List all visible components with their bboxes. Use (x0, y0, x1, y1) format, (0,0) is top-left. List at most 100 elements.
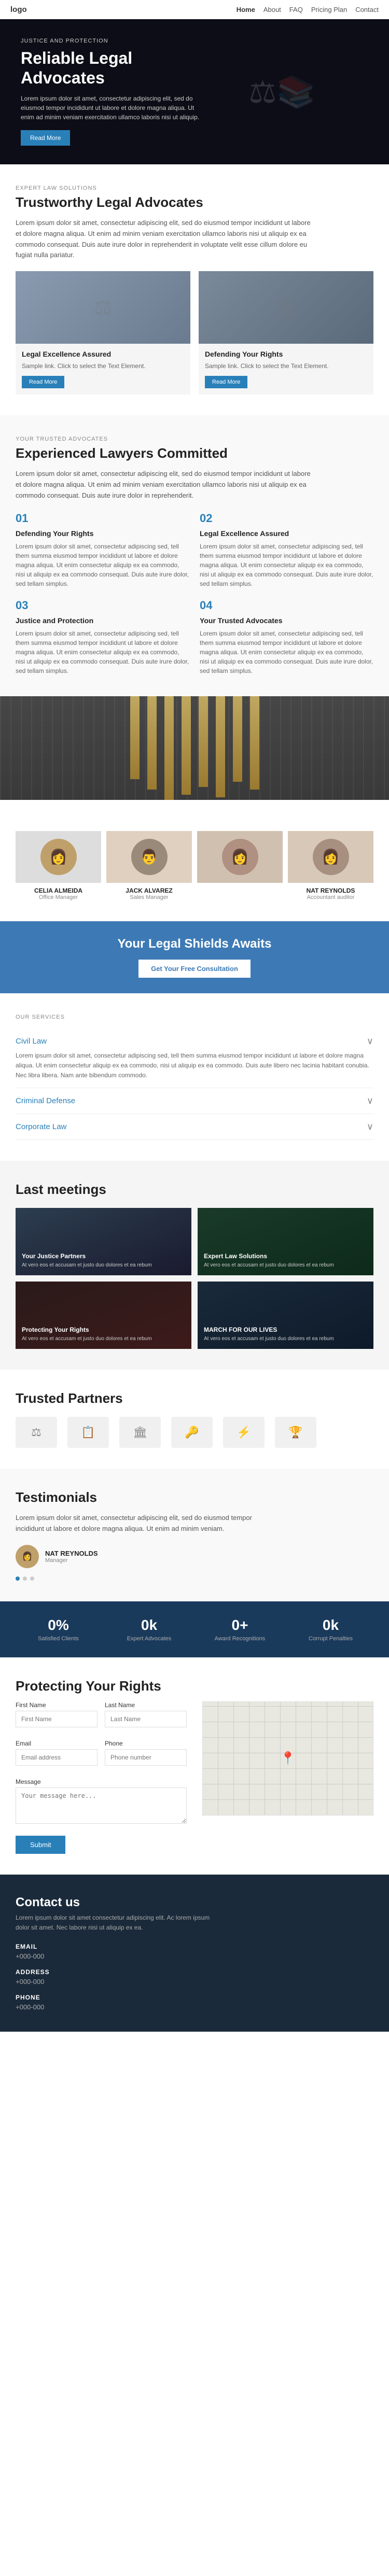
email-input[interactable] (16, 1749, 98, 1766)
card-defending-btn[interactable]: Read More (205, 376, 247, 388)
message-textarea[interactable] (16, 1787, 187, 1824)
partner-logo-4: ⚡ (223, 1417, 265, 1448)
partners-section: Trusted Partners ⚖ 📋 🏛 🔑 ⚡ 🏆 (0, 1370, 389, 1469)
member-name-1: JACK ALVAREZ (106, 887, 192, 894)
phone-value: +000-000 (16, 2003, 373, 2011)
meeting-title-3: MARCH FOR OUR LIVES (204, 1326, 334, 1333)
stat-3: 0k Corrupt Penalties (288, 1617, 373, 1642)
meeting-card-3[interactable]: MARCH FOR OUR LIVES At vero eos et accus… (198, 1282, 373, 1349)
team-member-0: 👩 CELIA ALMEIDA Office Manager (16, 831, 101, 900)
nav-faq[interactable]: FAQ (289, 6, 303, 13)
phone-input[interactable] (105, 1749, 187, 1766)
meeting-card-0[interactable]: Your Justice Partners At vero eos et acc… (16, 1208, 191, 1275)
meeting-desc-0: At vero eos et accusam et justo duo dolo… (22, 1262, 152, 1269)
team-member-2: 👩 (197, 831, 283, 900)
lawyer-item-2: 03 Justice and Protection Lorem ipsum do… (16, 599, 189, 675)
card-legal-excellence: ⚖ Legal Excellence Assured Sample link. … (16, 271, 190, 395)
chevron-icon-1: ∨ (367, 1095, 373, 1106)
stat-1: 0k Expert Advocates (106, 1617, 192, 1642)
dot-0[interactable] (16, 1576, 20, 1581)
service-item-2[interactable]: Corporate Law ∨ (16, 1114, 373, 1140)
last-name-input[interactable] (105, 1711, 187, 1727)
logo[interactable]: logo (10, 5, 27, 14)
member-role-1: Sales Manager (106, 894, 192, 900)
testimonials-title: Testimonials (16, 1489, 373, 1505)
team-section: 👩 CELIA ALMEIDA Office Manager 👨 JACK AL… (0, 800, 389, 921)
hero-cta-button[interactable]: Read More (21, 130, 70, 146)
partner-logo-2: 🏛 (119, 1417, 161, 1448)
testimonials-section: Testimonials Lorem ipsum dolor sit amet,… (0, 1469, 389, 1601)
dot-1[interactable] (23, 1576, 27, 1581)
chevron-icon-0: ∨ (367, 1036, 373, 1047)
partners-title: Trusted Partners (16, 1390, 373, 1406)
member-name-3: NAT REYNOLDS (288, 887, 373, 894)
lawyer-desc-1: Lorem ipsum dolor sit amet, consectetur … (200, 542, 373, 588)
nav-home[interactable]: Home (237, 6, 255, 13)
trustworthy-section: EXPERT LAW SOLUTIONS Trustworthy Legal A… (0, 164, 389, 415)
protect-map: 📍 (202, 1701, 373, 1854)
nav-about[interactable]: About (263, 6, 281, 13)
nav-pricing[interactable]: Pricing Plan (311, 6, 347, 13)
lawyer-item-1: 02 Legal Excellence Assured Lorem ipsum … (200, 512, 373, 588)
dot-2[interactable] (30, 1576, 34, 1581)
lawyer-item-0: 01 Defending Your Rights Lorem ipsum dol… (16, 512, 189, 588)
hero-tag: JUSTICE AND PROTECTION (21, 38, 202, 44)
card-legal-image: ⚖ (16, 271, 190, 344)
service-name-1: Criminal Defense (16, 1096, 75, 1105)
email-label: Email (16, 1943, 373, 1950)
card-legal-title: Legal Excellence Assured (22, 350, 184, 358)
contact-title: Contact us (16, 1895, 373, 1910)
protect-form: First Name Last Name Email Phone (16, 1701, 187, 1854)
stat-label-2: Award Recognitions (197, 1636, 283, 1642)
stat-0: 0% Satisfied Clients (16, 1617, 101, 1642)
phone-label: Phone (105, 1740, 187, 1747)
meeting-card-2[interactable]: Protecting Your Rights At vero eos et ac… (16, 1282, 191, 1349)
lawyer-title-1: Legal Excellence Assured (200, 529, 373, 538)
team-member-3: 👩 NAT REYNOLDS Accountant auditor (288, 831, 373, 900)
stat-label-0: Satisfied Clients (16, 1636, 101, 1642)
service-item-1[interactable]: Criminal Defense ∨ (16, 1088, 373, 1114)
member-name-0: CELIA ALMEIDA (16, 887, 101, 894)
lawyer-num-2: 03 (16, 599, 189, 612)
meeting-desc-2: At vero eos et accusam et justo duo dolo… (22, 1335, 152, 1343)
services-section: OUR SERVICES Civil Law ∨ Lorem ipsum dol… (0, 993, 389, 1161)
nav-contact[interactable]: Contact (355, 6, 379, 13)
partner-logo-5: 🏆 (275, 1417, 316, 1448)
service-item-0[interactable]: Civil Law ∨ Lorem ipsum dolor sit amet, … (16, 1029, 373, 1089)
stat-2: 0+ Award Recognitions (197, 1617, 283, 1642)
protect-title: Protecting Your Rights (16, 1678, 373, 1694)
card-defending-image: 🏛 (199, 271, 373, 344)
experienced-section: YOUR TRUSTED ADVOCATES Experienced Lawye… (0, 415, 389, 696)
first-name-input[interactable] (16, 1711, 98, 1727)
hero-title: Reliable Legal Advocates (21, 48, 202, 88)
card-legal-btn[interactable]: Read More (22, 376, 64, 388)
lawyer-num-0: 01 (16, 512, 189, 525)
service-desc-0: Lorem ipsum dolor sit amet, consectetur … (16, 1051, 373, 1081)
cta-button[interactable]: Get Your Free Consultation (138, 960, 251, 978)
submit-button[interactable]: Submit (16, 1836, 65, 1854)
card-defending-title: Defending Your Rights (205, 350, 367, 358)
address-value: +000-000 (16, 1978, 373, 1986)
email-label: Email (16, 1740, 98, 1747)
meeting-desc-3: At vero eos et accusam et justo duo dolo… (204, 1335, 334, 1343)
stat-num-3: 0k (288, 1617, 373, 1634)
stat-num-0: 0% (16, 1617, 101, 1634)
address-label: Address (16, 1968, 373, 1976)
lawyer-desc-3: Lorem ipsum dolor sit amet, consectetur … (200, 629, 373, 675)
card-legal-text: Sample link. Click to select the Text El… (22, 361, 184, 371)
meeting-card-1[interactable]: Expert Law Solutions At vero eos et accu… (198, 1208, 373, 1275)
card-defending: 🏛 Defending Your Rights Sample link. Cli… (199, 271, 373, 395)
trustworthy-desc: Lorem ipsum dolor sit amet, consectetur … (16, 218, 316, 261)
navigation: logo Home About FAQ Pricing Plan Contact (0, 0, 389, 19)
nav-links: Home About FAQ Pricing Plan Contact (237, 6, 379, 13)
stat-num-2: 0+ (197, 1617, 283, 1634)
lawyer-item-3: 04 Your Trusted Advocates Lorem ipsum do… (200, 599, 373, 675)
stat-label-3: Corrupt Penalties (288, 1636, 373, 1642)
last-name-label: Last Name (105, 1701, 187, 1709)
meetings-title: Last meetings (16, 1181, 373, 1198)
hero-section: ⚖📚 JUSTICE AND PROTECTION Reliable Legal… (0, 19, 389, 164)
lawyer-num-1: 02 (200, 512, 373, 525)
building-section (0, 696, 389, 800)
service-name-2: Corporate Law (16, 1122, 66, 1131)
stat-label-1: Expert Advocates (106, 1636, 192, 1642)
